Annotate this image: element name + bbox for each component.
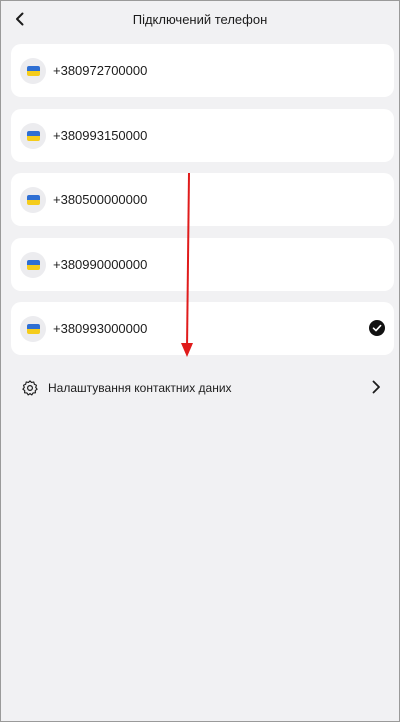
ukraine-flag-icon <box>20 187 46 213</box>
phone-number: +380500000000 <box>53 192 148 207</box>
phone-item[interactable]: +380990000000 <box>11 238 394 291</box>
phone-settings-screen: Підключений телефон +380972700000 +38099… <box>0 0 400 722</box>
red-arrow-annotation <box>181 172 193 357</box>
phone-number: +380993000000 <box>53 321 148 336</box>
settings-label: Налаштування контактних даних <box>48 381 232 395</box>
ukraine-flag-icon <box>20 123 46 149</box>
ukraine-flag-icon <box>20 252 46 278</box>
phone-number: +380972700000 <box>53 63 148 78</box>
phone-number: +380990000000 <box>53 257 148 272</box>
phone-item-selected[interactable]: +380993000000 <box>11 302 394 355</box>
phone-number: +380993150000 <box>53 128 148 143</box>
phone-item[interactable]: +380993150000 <box>11 109 394 162</box>
checkmark-icon <box>369 320 385 336</box>
ukraine-flag-icon <box>20 58 46 84</box>
phone-item[interactable]: +380500000000 <box>11 173 394 226</box>
header: Підключений телефон <box>1 1 399 41</box>
contact-settings-row[interactable]: Налаштування контактних даних <box>11 373 394 403</box>
phone-item[interactable]: +380972700000 <box>11 44 394 97</box>
chevron-right-icon <box>372 380 380 394</box>
ukraine-flag-icon <box>20 316 46 342</box>
page-title: Підключений телефон <box>132 12 268 27</box>
gear-icon <box>22 380 38 396</box>
